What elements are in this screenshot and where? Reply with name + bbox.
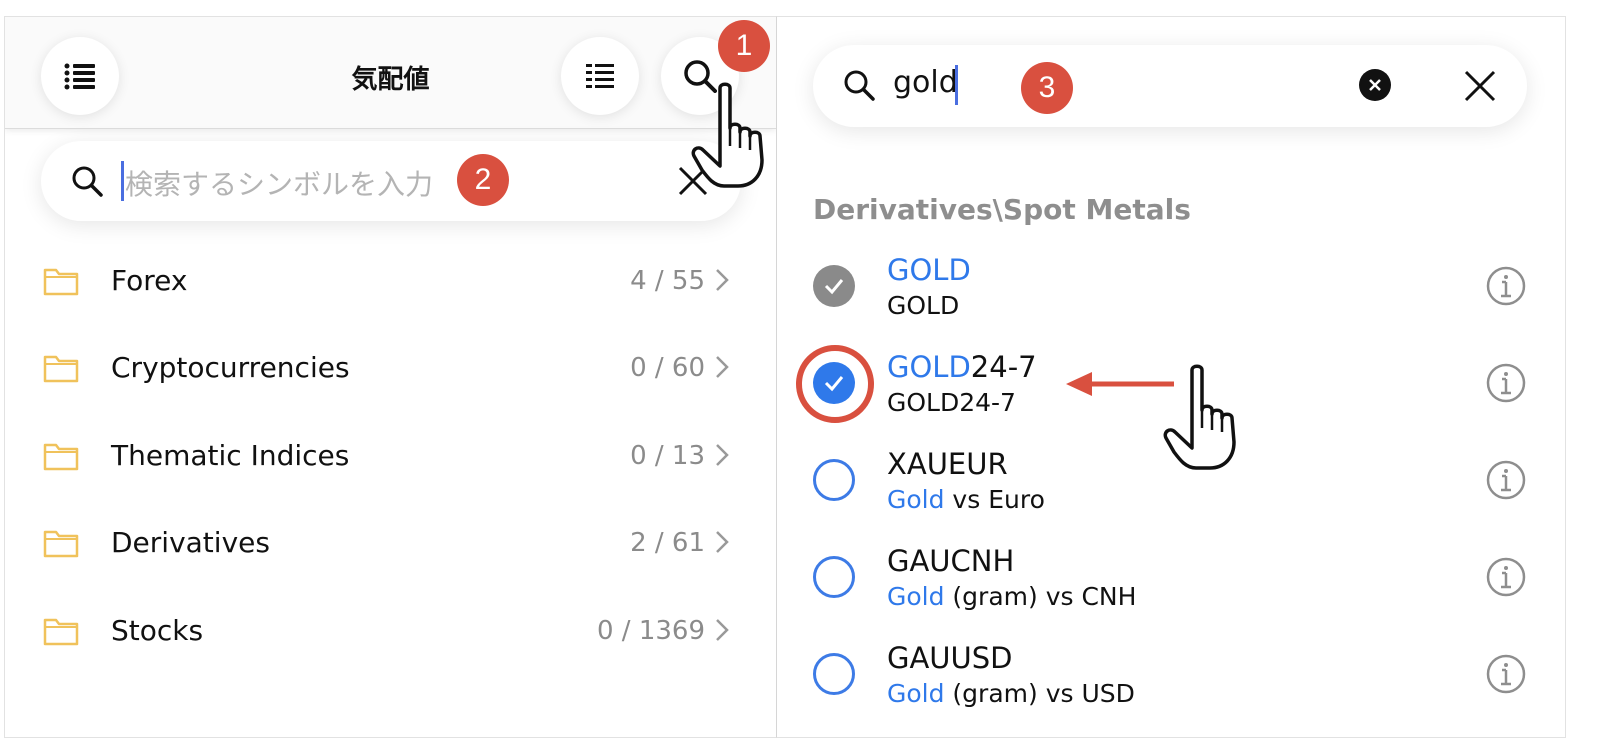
symbol-desc-match: Gold — [887, 679, 945, 708]
folder-label: Thematic Indices — [111, 439, 350, 472]
section-header: Derivatives\Spot Metals — [813, 193, 1191, 226]
folder-icon — [43, 618, 79, 646]
symbol-description: Gold (gram) vs CNH — [887, 582, 1136, 611]
select-checkbox[interactable] — [813, 653, 855, 695]
symbol-description: Gold (gram) vs USD — [887, 679, 1135, 708]
pointer-hand-icon — [691, 82, 764, 188]
search-query[interactable]: gold — [893, 65, 958, 100]
symbol-name: GOLD — [887, 253, 971, 287]
symbol-row[interactable]: GAUUSD Gold (gram) vs USD — [777, 641, 1565, 733]
chevron-right-icon — [716, 444, 729, 466]
symbol-name: GAUCNH — [887, 544, 1014, 578]
symbol-name: GAUUSD — [887, 641, 1013, 675]
close-icon[interactable] — [1463, 69, 1497, 103]
search-icon — [844, 70, 875, 101]
symbol-name-match: GOLD — [887, 350, 971, 384]
grid-list-icon — [586, 64, 614, 88]
folder-count: 0 / 1369 — [597, 616, 705, 646]
folder-row[interactable]: Thematic Indices 0 / 13 — [5, 427, 765, 487]
step-badge: 1 — [718, 20, 770, 72]
checkmark-icon — [824, 279, 844, 295]
symbol-desc-rest: GOLD24-7 — [887, 388, 1016, 417]
symbol-name: XAUEUR — [887, 447, 1008, 481]
pointer-hand-icon — [1163, 364, 1236, 470]
folder-label: Derivatives — [111, 526, 270, 559]
folder-icon — [43, 268, 79, 296]
added-checkmark[interactable] — [813, 265, 855, 307]
symbol-name-rest: 24-7 — [970, 350, 1037, 384]
app-header: 気配値 — [5, 17, 776, 129]
symbol-desc-rest: (gram) vs CNH — [944, 582, 1137, 611]
folder-row[interactable]: Stocks 0 / 1369 — [5, 602, 765, 662]
symbols-panel: 気配値 検索するシンボルを入力 Forex 4 / 55 Cryptocurre… — [4, 16, 777, 738]
folder-label: Cryptocurrencies — [111, 351, 350, 384]
symbol-name: GOLD24-7 — [887, 350, 1037, 384]
folder-count: 0 / 60 — [630, 353, 705, 383]
folder-label: Stocks — [111, 614, 204, 647]
chevron-right-icon — [716, 531, 729, 553]
info-icon[interactable] — [1485, 265, 1527, 307]
symbol-desc-match: Gold — [887, 582, 945, 611]
folder-icon — [43, 443, 79, 471]
clear-icon — [1369, 79, 1381, 91]
chevron-right-icon — [716, 356, 729, 378]
symbol-search-field[interactable]: 検索するシンボルを入力 — [41, 141, 741, 221]
folder-icon — [43, 530, 79, 558]
folder-row[interactable]: Derivatives 2 / 61 — [5, 514, 765, 574]
chevron-right-icon — [716, 619, 729, 641]
info-icon[interactable] — [1485, 459, 1527, 501]
info-icon[interactable] — [1485, 362, 1527, 404]
symbol-search-field[interactable]: gold — [813, 45, 1527, 127]
symbol-description: GOLD24-7 — [887, 388, 1016, 417]
symbol-desc-rest: vs Euro — [944, 485, 1045, 514]
symbol-name-rest: XAUEUR — [887, 447, 1008, 481]
symbol-description: Gold vs Euro — [887, 485, 1045, 514]
info-icon[interactable] — [1485, 653, 1527, 695]
step-badge: 3 — [1021, 62, 1073, 114]
chevron-right-icon — [716, 269, 729, 291]
folder-count: 2 / 61 — [630, 528, 705, 558]
checkmark-icon — [824, 376, 844, 392]
select-checkbox[interactable] — [813, 459, 855, 501]
select-checkbox[interactable] — [813, 556, 855, 598]
symbol-desc-rest: (gram) vs USD — [944, 679, 1135, 708]
text-caret — [955, 65, 958, 105]
search-icon — [72, 166, 103, 197]
symbol-desc-match: Gold — [887, 485, 945, 514]
folder-row[interactable]: Forex 4 / 55 — [5, 252, 765, 312]
symbol-row[interactable]: GOLD GOLD — [777, 253, 1565, 345]
info-icon[interactable] — [1485, 556, 1527, 598]
symbol-name-rest: GAUCNH — [887, 544, 1015, 578]
symbol-desc-rest: GOLD — [887, 291, 960, 320]
text-caret — [121, 161, 124, 201]
folder-label: Forex — [111, 264, 188, 297]
symbol-row[interactable]: GAUCNH Gold (gram) vs CNH — [777, 544, 1565, 636]
select-checkbox[interactable] — [813, 362, 855, 404]
symbol-name-match: GOLD — [887, 253, 971, 287]
folder-row[interactable]: Cryptocurrencies 0 / 60 — [5, 339, 765, 399]
table-view-button[interactable] — [561, 37, 639, 115]
clear-text-button[interactable] — [1359, 69, 1391, 101]
symbol-name-rest: GAUUSD — [887, 641, 1013, 675]
symbol-description: GOLD — [887, 291, 959, 320]
folder-icon — [43, 355, 79, 383]
step-badge: 2 — [457, 154, 509, 206]
folder-count: 4 / 55 — [630, 266, 705, 296]
folder-count: 0 / 13 — [630, 441, 705, 471]
arrow-left-icon — [1066, 372, 1174, 396]
search-placeholder: 検索するシンボルを入力 — [125, 168, 434, 201]
